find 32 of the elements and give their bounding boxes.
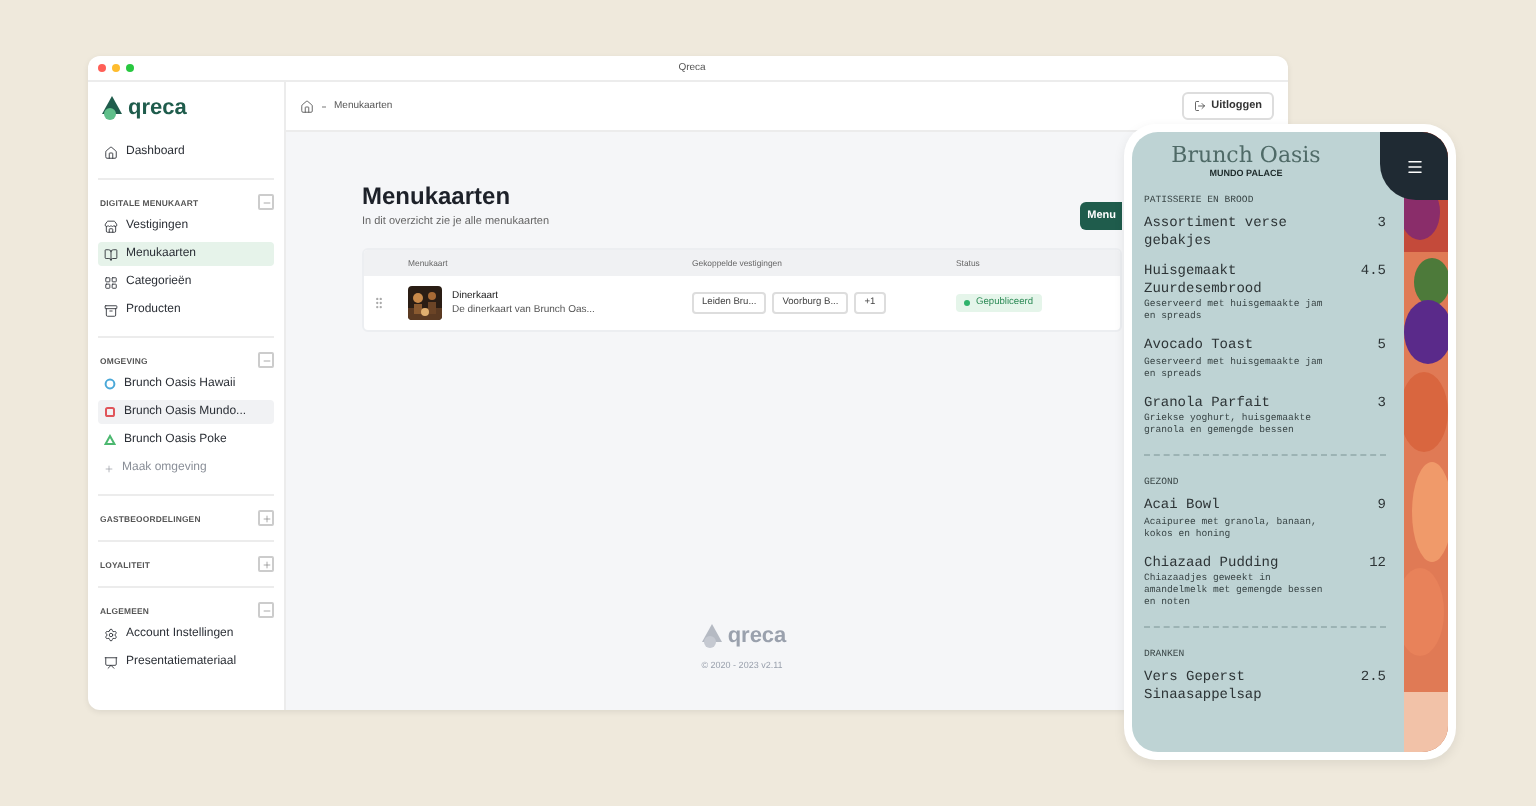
settings-icon	[104, 627, 118, 641]
page-title: Menukaarten	[362, 182, 513, 210]
collapse-button[interactable]	[258, 352, 274, 368]
tray-icon	[104, 303, 118, 317]
home-icon[interactable]	[300, 99, 314, 113]
logo-text: qreca	[727, 624, 787, 648]
restaurant-name: Brunch Oasis	[1169, 142, 1323, 168]
home-icon	[104, 145, 118, 159]
maximize-dot[interactable]	[126, 64, 134, 72]
menu-button[interactable]	[1380, 132, 1448, 200]
close-dot[interactable]	[98, 64, 106, 72]
collapse-button[interactable]	[258, 602, 274, 618]
expand-button[interactable]	[258, 510, 274, 526]
menu-icon	[1405, 157, 1423, 175]
logo-text: qreca	[128, 96, 187, 120]
plus-icon	[104, 463, 114, 473]
logo-icon	[701, 624, 722, 648]
collapse-button[interactable]	[258, 194, 274, 210]
logo-icon	[102, 96, 122, 120]
minus-icon	[261, 605, 271, 615]
store-icon	[104, 219, 118, 233]
minus-icon	[261, 197, 271, 207]
logout-icon	[1193, 100, 1206, 112]
minimize-dot[interactable]	[112, 64, 120, 72]
book-icon	[104, 247, 118, 261]
minus-icon	[261, 355, 271, 365]
drag-handle-icon[interactable]	[372, 296, 386, 310]
expand-button[interactable]	[258, 556, 274, 572]
presentation-icon	[104, 655, 118, 669]
grid-icon	[104, 275, 118, 289]
plus-icon	[261, 513, 271, 523]
plus-icon	[261, 559, 271, 569]
